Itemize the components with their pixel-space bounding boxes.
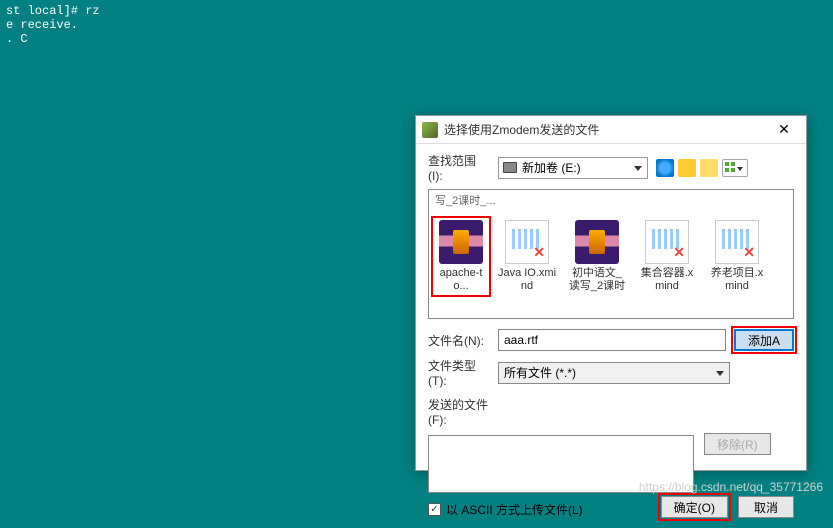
rar-icon	[439, 220, 483, 264]
ascii-label: 以 ASCII 方式上传文件(L)	[446, 501, 583, 518]
file-label: 集合容器.xmind	[637, 267, 697, 293]
file-item[interactable]: 养老项目.xmind	[707, 220, 767, 293]
scope-label: 查找范围(I):	[428, 152, 490, 183]
rar-icon	[575, 220, 619, 264]
ascii-checkbox[interactable]: ✓	[428, 503, 441, 516]
file-item[interactable]: 集合容器.xmind	[637, 220, 697, 293]
filetype-dropdown[interactable]: 所有文件 (*.*)	[498, 362, 730, 384]
sendfiles-label: 发送的文件(F):	[428, 396, 490, 427]
xmind-icon	[715, 220, 759, 264]
file-item[interactable]: apache-to...	[431, 216, 491, 297]
cutoff-row: 写_2课时_...	[435, 192, 787, 210]
file-label: 初中语文_读写_2课时_...	[567, 267, 627, 293]
file-label: 养老项目.xmind	[707, 267, 767, 293]
file-item[interactable]: 初中语文_读写_2课时_...	[567, 220, 627, 293]
new-folder-icon[interactable]	[700, 159, 718, 177]
filetype-label: 文件类型(T):	[428, 357, 490, 388]
filename-input[interactable]	[498, 329, 726, 351]
file-label: apache-to...	[435, 267, 487, 293]
back-icon[interactable]	[656, 159, 674, 177]
file-label: Java IO.xmind	[497, 267, 557, 293]
close-button[interactable]: ✕	[768, 118, 800, 142]
drive-icon	[503, 162, 517, 173]
nav-icons	[656, 159, 748, 177]
ok-button[interactable]: 确定(O)	[661, 496, 728, 518]
up-icon[interactable]	[678, 159, 696, 177]
file-browser[interactable]: 写_2课时_... apache-to... Java IO.xmind 初中语文_…	[428, 189, 794, 319]
terminal-output: st local]# rz e receive. . C	[0, 0, 106, 50]
view-mode-icon[interactable]	[722, 159, 748, 177]
remove-button[interactable]: 移除(R)	[704, 433, 771, 455]
app-icon	[422, 122, 438, 138]
file-item[interactable]: Java IO.xmind	[497, 220, 557, 293]
file-dialog: 选择使用Zmodem发送的文件 ✕ 查找范围(I): 新加卷 (E:) 写_2课…	[415, 115, 807, 471]
dialog-title: 选择使用Zmodem发送的文件	[444, 121, 768, 138]
titlebar: 选择使用Zmodem发送的文件 ✕	[416, 116, 806, 144]
watermark: https://blog.csdn.net/qq_35771266	[639, 480, 823, 494]
cancel-button[interactable]: 取消	[738, 496, 794, 518]
scope-dropdown[interactable]: 新加卷 (E:)	[498, 157, 648, 179]
add-button[interactable]: 添加A	[734, 329, 794, 351]
scope-value: 新加卷 (E:)	[522, 159, 581, 176]
xmind-icon	[505, 220, 549, 264]
xmind-icon	[645, 220, 689, 264]
filename-label: 文件名(N):	[428, 332, 490, 349]
